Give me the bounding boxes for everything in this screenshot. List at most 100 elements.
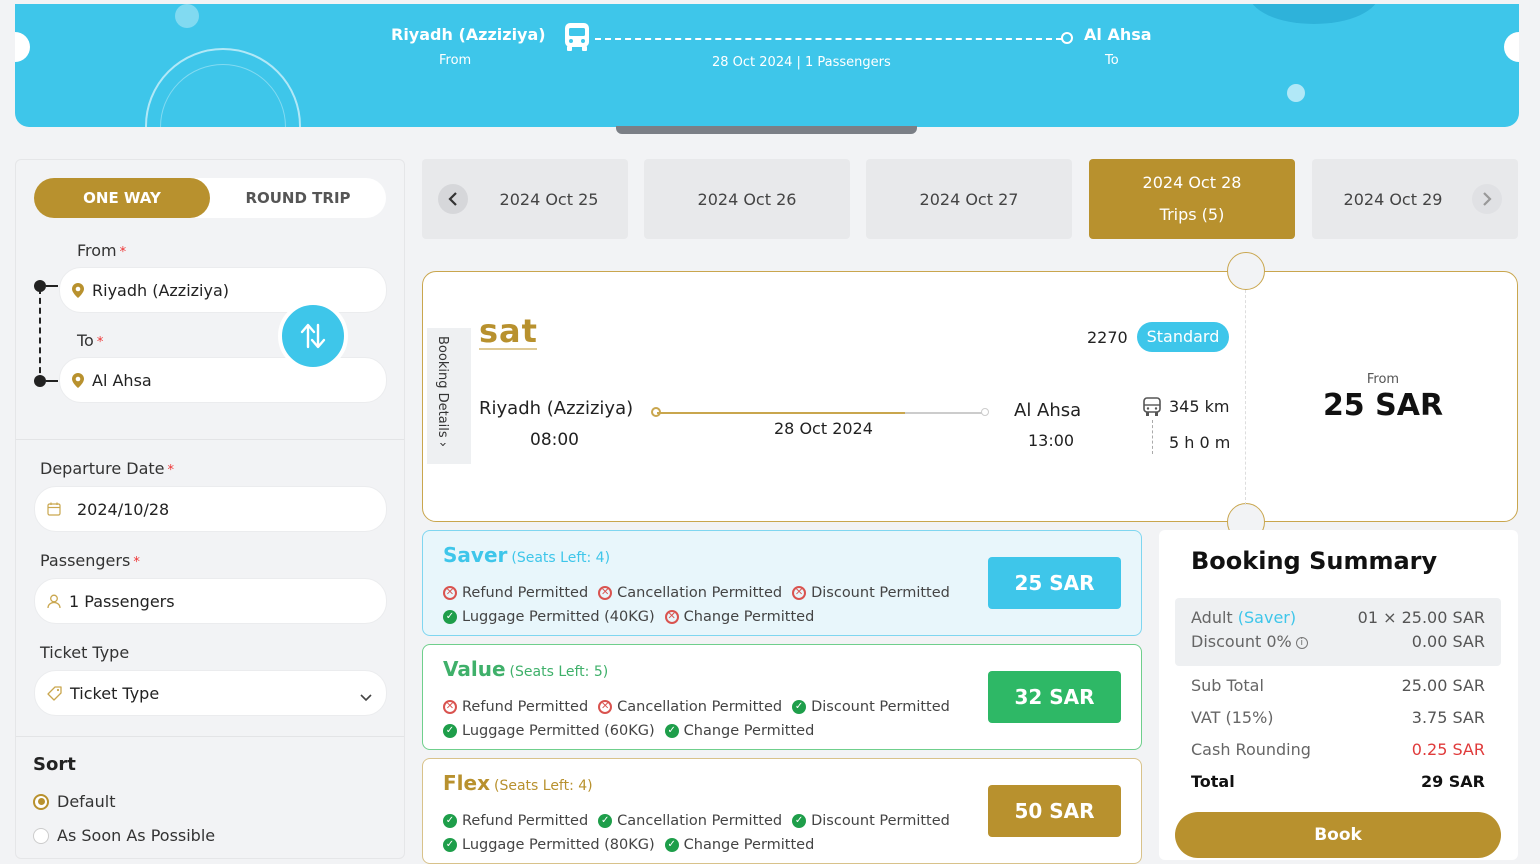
summary-title: Booking Summary <box>1191 547 1438 575</box>
cross-icon: ✕ <box>598 700 613 714</box>
cross-icon: ✕ <box>443 586 457 600</box>
banner-notch-right <box>1504 32 1519 62</box>
departure-date-field[interactable]: 2024/10/28 <box>34 486 387 532</box>
round-trip-toggle[interactable]: ROUND TRIP <box>210 178 386 218</box>
check-icon: ✓ <box>792 814 807 828</box>
cross-icon: ✕ <box>664 610 679 624</box>
chevron-left-icon <box>448 192 457 206</box>
decor-bubble <box>175 4 199 28</box>
seats-left: (Seats Left: 4) <box>511 550 611 566</box>
fare-card-flex[interactable]: Flex (Seats Left: 4) ✓ Refund Permitted ✓ C… <box>422 758 1142 864</box>
from-field[interactable]: Riyadh (Azziziya) <box>59 267 387 313</box>
sort-option-default[interactable]: Default <box>33 792 115 811</box>
summary-total-row: Total 29 SAR <box>1191 772 1485 791</box>
fare-name-text: Flex <box>443 771 490 795</box>
banner-route-end <box>1061 32 1073 44</box>
date-tab-oct-25[interactable]: 2024 Oct 25 <box>422 159 628 239</box>
feature-discount: ✓ Discount Permitted <box>792 699 950 715</box>
trip-duration: 5 h 0 m <box>1169 433 1231 452</box>
adult-value: 01 × 25.00 SAR <box>1357 608 1485 627</box>
departure-date-value: 2024/10/28 <box>77 499 170 519</box>
user-icon <box>47 594 61 609</box>
chevron-right-icon <box>1483 192 1492 206</box>
feature-label: Luggage Permitted (80KG) <box>462 837 655 853</box>
next-date-button[interactable] <box>1472 184 1502 214</box>
feature-refund: ✓ Refund Permitted <box>443 813 588 829</box>
total-label: Total <box>1191 772 1235 791</box>
route-end-dot <box>34 375 46 387</box>
ticket-type-select[interactable]: Ticket Type <box>34 670 387 716</box>
date-tab-oct-27[interactable]: 2024 Oct 27 <box>866 159 1072 239</box>
date-tab-oct-28[interactable]: 2024 Oct 28 Trips (5) <box>1089 159 1295 239</box>
departure-label: Departure Date * <box>40 459 174 478</box>
location-pin-icon <box>72 372 84 388</box>
fare-card-value[interactable]: Value (Seats Left: 5) ✕ Refund Permitted ✕… <box>422 644 1142 750</box>
fare-name-text: Saver <box>443 543 508 567</box>
trip-route-line <box>657 412 985 414</box>
summary-vat-row: VAT (15%) 3.75 SAR <box>1191 708 1485 727</box>
feature-cancellation: ✕ Cancellation Permitted <box>598 585 782 601</box>
date-tab-label: 2024 Oct 29 <box>1343 189 1443 209</box>
feature-label: Luggage Permitted (40KG) <box>462 609 655 625</box>
cross-icon: ✕ <box>443 700 457 714</box>
feature-label: Refund Permitted <box>462 699 589 715</box>
select-flex-button[interactable]: 50 SAR <box>988 785 1121 837</box>
select-saver-button[interactable]: 25 SAR <box>988 557 1121 609</box>
info-icon[interactable]: i <box>1295 636 1308 649</box>
banner-trip-info: 28 Oct 2024 | 1 Passengers <box>712 55 891 70</box>
feature-label: Discount Permitted <box>811 585 950 601</box>
trip-from-city: Riyadh (Azziziya) <box>479 398 634 419</box>
adult-label: Adult (Saver) <box>1191 608 1296 627</box>
check-icon: ✓ <box>664 724 679 738</box>
decor-blob <box>1249 4 1379 24</box>
prev-date-button[interactable] <box>438 184 468 214</box>
horizontal-scrollbar[interactable] <box>616 126 917 134</box>
date-tab-label: 2024 Oct 27 <box>919 189 1019 209</box>
date-tab-oct-29[interactable]: 2024 Oct 29 <box>1312 159 1518 239</box>
summary-subtotal-row: Sub Total 25.00 SAR <box>1191 676 1485 695</box>
ticket-type-value: Ticket Type <box>70 683 160 703</box>
feature-luggage: ✓ Luggage Permitted (60KG) <box>443 723 655 739</box>
select-value-button[interactable]: 32 SAR <box>988 671 1121 723</box>
route-banner: Riyadh (Azziziya) From 28 Oct 2024 | 1 P… <box>15 4 1519 127</box>
trip-type-switch: ONE WAY ROUND TRIP <box>34 178 386 218</box>
fare-card-saver[interactable]: Saver (Seats Left: 4) ✕ Refund Permitted ✕… <box>422 530 1142 636</box>
operator-logo: sat <box>479 315 538 354</box>
fare-name: Saver (Seats Left: 4) <box>443 543 610 567</box>
booking-summary: Booking Summary Adult (Saver) 01 × 25.00… <box>1159 530 1518 860</box>
feature-label: Change Permitted <box>683 609 815 625</box>
passengers-value: 1 Passengers <box>69 591 175 611</box>
route-dashed-line <box>39 288 41 383</box>
rounding-label: Cash Rounding <box>1191 740 1311 759</box>
feature-refund: ✕ Refund Permitted <box>443 585 588 601</box>
feature-discount: ✓ Discount Permitted <box>792 813 950 829</box>
class-badge: Standard <box>1137 322 1229 352</box>
feature-change: ✓ Change Permitted <box>664 723 814 739</box>
to-field[interactable]: Al Ahsa <box>59 357 387 403</box>
adult-label-text: Adult <box>1191 608 1233 627</box>
swap-route-button[interactable] <box>278 301 348 371</box>
to-field-value: Al Ahsa <box>92 370 152 390</box>
trip-number: 2270 <box>1087 328 1128 347</box>
fare-features-row: ✓ Luggage Permitted (60KG) ✓ Change Permit… <box>443 723 824 739</box>
from-label-text: From <box>77 241 117 260</box>
route-connector <box>46 285 58 287</box>
feature-luggage: ✓ Luggage Permitted (40KG) <box>443 609 655 625</box>
one-way-toggle[interactable]: ONE WAY <box>34 178 210 218</box>
feature-label: Refund Permitted <box>462 813 589 829</box>
passengers-label-text: Passengers <box>40 551 131 570</box>
required-mark: * <box>119 245 127 260</box>
trip-arrive-time: 13:00 <box>1028 431 1075 450</box>
trip-card[interactable]: Booking Details › sat 2270 Standard Riya… <box>422 252 1518 541</box>
passengers-field[interactable]: 1 Passengers <box>34 578 387 624</box>
booking-details-label: Booking Details › <box>435 336 450 448</box>
radio-selected-icon <box>33 793 49 810</box>
cross-icon: ✕ <box>792 586 807 600</box>
fare-name-text: Value <box>443 657 506 681</box>
date-tab-label: 2024 Oct 26 <box>697 189 797 209</box>
book-button[interactable]: Book <box>1175 812 1501 858</box>
banner-to-label: To <box>1105 53 1119 68</box>
fare-name: Value (Seats Left: 5) <box>443 657 608 681</box>
date-tab-oct-26[interactable]: 2024 Oct 26 <box>644 159 850 239</box>
sort-option-asap[interactable]: As Soon As Possible <box>33 826 215 845</box>
